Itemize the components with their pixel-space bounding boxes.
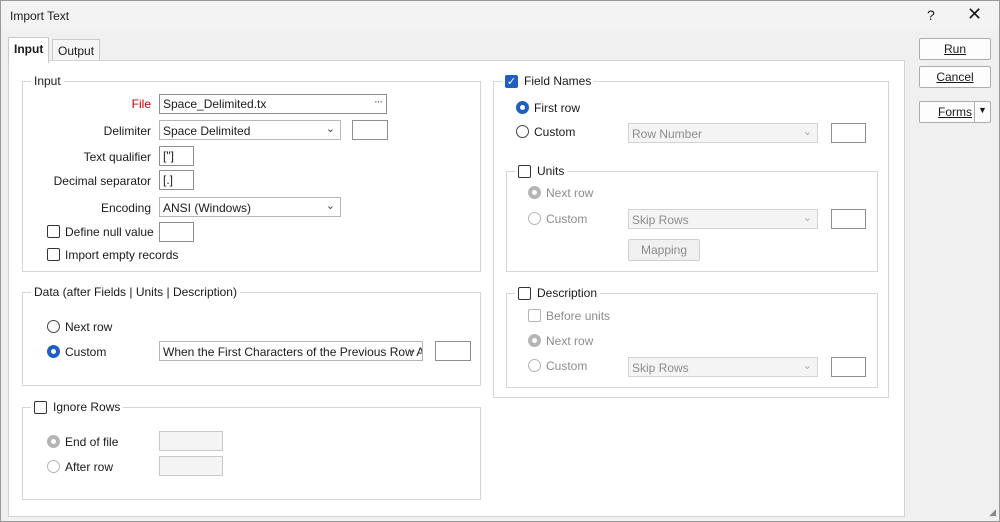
window-title: Import Text bbox=[10, 9, 70, 23]
ignore-rows-group: Ignore Rows End of file After row bbox=[22, 400, 481, 500]
decimal-separator-label: Decimal separator bbox=[53, 174, 151, 188]
data-group: Data (after Fields | Units | Description… bbox=[22, 285, 481, 386]
group-title: Description bbox=[515, 286, 601, 300]
decimal-separator-input[interactable]: [.] bbox=[159, 170, 194, 190]
units-custom-select[interactable]: Skip Rows ⌄ bbox=[628, 209, 818, 229]
mapping-button[interactable]: Mapping bbox=[628, 239, 700, 261]
units-custom-radio[interactable] bbox=[528, 212, 541, 225]
define-null-checkbox[interactable] bbox=[47, 225, 60, 238]
title-bar: Import Text ? ✕ bbox=[1, 1, 999, 31]
units-next-row-radio[interactable] bbox=[528, 186, 541, 199]
units-custom-label: Custom bbox=[546, 212, 588, 226]
units-group: Units Next row Custom Skip Rows ⌄ Mappin… bbox=[506, 164, 878, 272]
group-title: Ignore Rows bbox=[31, 400, 124, 414]
chevron-down-icon: ⌄ bbox=[325, 123, 335, 135]
before-units-label: Before units bbox=[546, 309, 611, 323]
text-qualifier-input[interactable]: ["] bbox=[159, 146, 194, 166]
delimiter-select[interactable]: Space Delimited ⌄ bbox=[159, 120, 341, 140]
description-custom-label: Custom bbox=[546, 359, 588, 373]
field-names-first-row-label: First row bbox=[534, 101, 580, 115]
tab-content-input: Input File Space_Delimited.tx ··· Delimi… bbox=[8, 60, 905, 517]
text-qualifier-label: Text qualifier bbox=[83, 150, 151, 164]
tab-output[interactable]: Output bbox=[52, 39, 101, 61]
units-checkbox[interactable] bbox=[518, 164, 531, 178]
data-custom-label: Custom bbox=[65, 345, 107, 359]
description-next-row-label: Next row bbox=[546, 334, 594, 348]
data-custom-select[interactable]: When the First Characters of the Previou… bbox=[159, 341, 423, 361]
forms-dropdown-arrow-icon[interactable]: ▼ bbox=[974, 102, 990, 122]
group-title: Input bbox=[31, 74, 64, 88]
description-group: Description Before units Next row Custom… bbox=[506, 286, 878, 388]
run-button[interactable]: Run bbox=[919, 38, 991, 60]
description-checkbox[interactable] bbox=[518, 286, 531, 300]
forms-button[interactable]: Forms ▼ bbox=[919, 101, 991, 123]
null-value-input[interactable] bbox=[159, 222, 194, 242]
field-names-custom-radio[interactable] bbox=[516, 125, 529, 138]
end-of-file-label: End of file bbox=[65, 435, 119, 449]
import-empty-label: Import empty records bbox=[65, 248, 179, 262]
encoding-select[interactable]: ANSI (Windows) ⌄ bbox=[159, 197, 341, 217]
delimiter-label: Delimiter bbox=[103, 124, 151, 138]
description-custom-radio[interactable] bbox=[528, 359, 541, 372]
field-names-first-row-radio[interactable] bbox=[516, 101, 529, 114]
after-row-label: After row bbox=[65, 460, 114, 474]
define-null-label: Define null value bbox=[65, 225, 154, 239]
resize-grip-icon[interactable]: ◢ bbox=[989, 507, 996, 518]
after-row-input[interactable] bbox=[159, 456, 223, 476]
description-custom-select[interactable]: Skip Rows ⌄ bbox=[628, 357, 818, 377]
ellipsis-icon[interactable]: ··· bbox=[374, 96, 383, 108]
end-of-file-input[interactable] bbox=[159, 431, 223, 451]
units-next-row-label: Next row bbox=[546, 186, 594, 200]
group-title: Data (after Fields | Units | Description… bbox=[31, 285, 240, 299]
before-units-checkbox[interactable] bbox=[528, 309, 541, 322]
checkmark-icon: ✓ bbox=[506, 75, 517, 88]
close-button[interactable]: ✕ bbox=[967, 4, 982, 25]
input-group: Input File Space_Delimited.tx ··· Delimi… bbox=[22, 74, 481, 272]
field-names-group: ✓ Field Names First row Custom Row Numbe… bbox=[493, 74, 889, 398]
after-row-radio[interactable] bbox=[47, 460, 60, 473]
field-names-custom-select[interactable]: Row Number ⌄ bbox=[628, 123, 818, 143]
chevron-down-icon: ⌄ bbox=[802, 126, 812, 138]
data-next-row-radio[interactable] bbox=[47, 320, 60, 333]
description-custom-input[interactable] bbox=[831, 357, 866, 377]
cancel-button[interactable]: Cancel bbox=[919, 66, 991, 88]
field-names-custom-input[interactable] bbox=[831, 123, 866, 143]
encoding-label: Encoding bbox=[100, 201, 151, 215]
end-of-file-radio[interactable] bbox=[47, 435, 60, 448]
field-names-checkbox[interactable]: ✓ bbox=[505, 74, 518, 88]
help-button[interactable]: ? bbox=[927, 7, 935, 23]
file-label: File bbox=[131, 97, 151, 111]
ignore-rows-checkbox[interactable] bbox=[34, 400, 47, 414]
chevron-down-icon: ⌄ bbox=[802, 360, 812, 372]
description-next-row-radio[interactable] bbox=[528, 334, 541, 347]
chevron-down-icon: ⌄ bbox=[325, 200, 335, 212]
import-text-dialog: Import Text ? ✕ Input Output Input File … bbox=[0, 0, 1000, 522]
data-next-row-label: Next row bbox=[65, 320, 113, 334]
units-custom-input[interactable] bbox=[831, 209, 866, 229]
data-custom-input[interactable] bbox=[435, 341, 471, 361]
chevron-down-icon: ⌄ bbox=[407, 344, 417, 356]
import-empty-checkbox[interactable] bbox=[47, 248, 60, 261]
delimiter-custom-input[interactable] bbox=[352, 120, 388, 140]
chevron-down-icon: ⌄ bbox=[802, 212, 812, 224]
tab-input[interactable]: Input bbox=[8, 37, 50, 63]
group-title: ✓ Field Names bbox=[502, 74, 595, 88]
file-input[interactable]: Space_Delimited.tx ··· bbox=[159, 94, 387, 114]
data-custom-radio[interactable] bbox=[47, 345, 60, 358]
group-title: Units bbox=[515, 164, 568, 178]
field-names-custom-label: Custom bbox=[534, 125, 576, 139]
